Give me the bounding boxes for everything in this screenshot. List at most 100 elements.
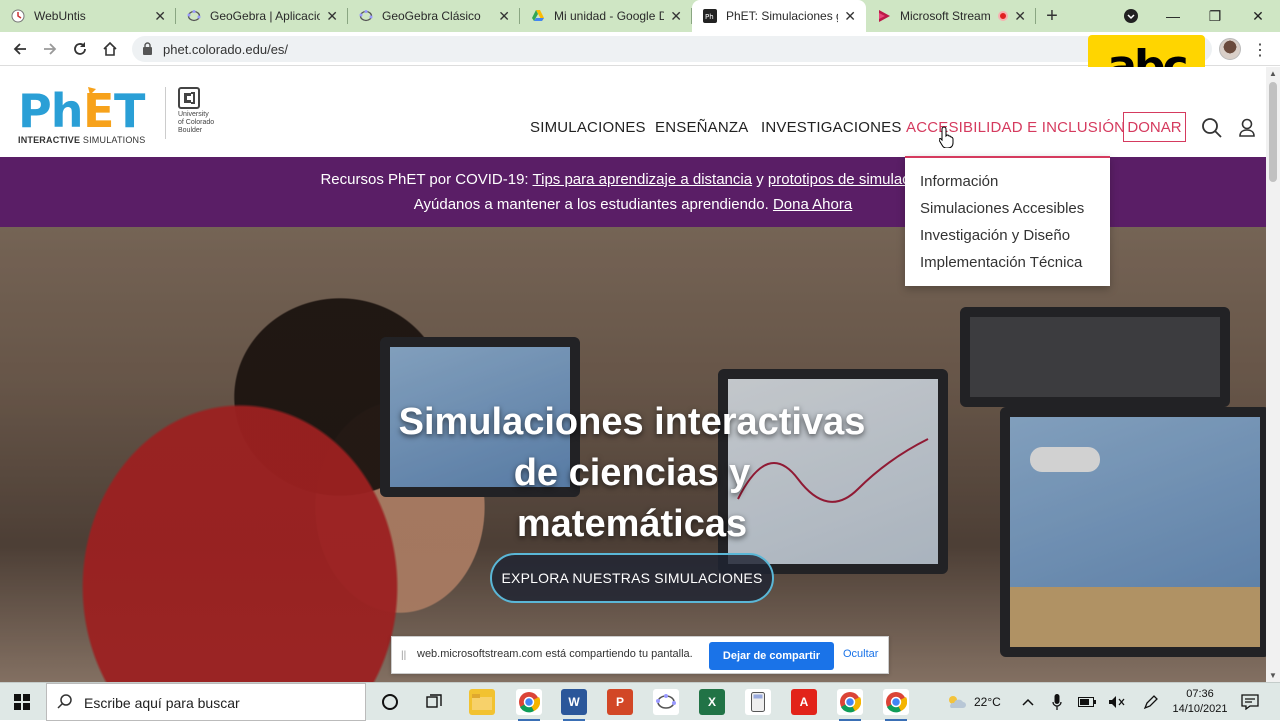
search-placeholder: Escribe aquí para buscar bbox=[84, 695, 240, 711]
svg-text:E: E bbox=[83, 87, 113, 131]
phet-logo-subtitle: INTERACTIVE SIMULATIONS bbox=[18, 135, 146, 145]
drag-handle-icon[interactable]: || bbox=[401, 650, 406, 661]
excel-icon[interactable]: X bbox=[699, 689, 725, 715]
site-header: Ph E T INTERACTIVE SIMULATIONS Universit… bbox=[0, 67, 1266, 157]
tab-microsoft-stream[interactable]: Microsoft Stream ✕ bbox=[866, 0, 1036, 32]
scrollbar-thumb[interactable] bbox=[1269, 82, 1277, 182]
tab-google-drive[interactable]: Mi unidad - Google Drive ✕ bbox=[520, 0, 692, 32]
menu-item-investigacion-diseno[interactable]: Investigación y Diseño bbox=[920, 227, 1070, 244]
cu-mark-icon bbox=[178, 87, 200, 109]
battery-icon[interactable] bbox=[1075, 690, 1099, 714]
powerpoint-icon[interactable]: P bbox=[607, 689, 633, 715]
google-drive-icon bbox=[530, 8, 546, 24]
phet-logo[interactable]: Ph E T INTERACTIVE SIMULATIONS bbox=[18, 84, 150, 145]
close-tab-icon[interactable]: ✕ bbox=[844, 8, 856, 25]
chrome-icon[interactable] bbox=[516, 689, 542, 721]
acrobat-icon[interactable]: A bbox=[791, 689, 817, 715]
phet-icon: Ph bbox=[702, 8, 718, 24]
geogebra-icon bbox=[186, 8, 202, 24]
nav-simulaciones[interactable]: SIMULACIONES bbox=[530, 119, 646, 136]
tab-title: PhET: Simulaciones gratuitas bbox=[726, 9, 838, 23]
hero-image: Simulaciones interactivas de ciencias y … bbox=[0, 227, 1266, 682]
tab-title: Microsoft Stream bbox=[900, 9, 991, 23]
url-text: phet.colorado.edu/es/ bbox=[163, 42, 289, 57]
tab-phet[interactable]: Ph PhET: Simulaciones gratuitas ✕ bbox=[692, 0, 866, 32]
chrome-profile-icon[interactable] bbox=[883, 689, 909, 721]
chrome-profile-icon[interactable] bbox=[837, 689, 863, 721]
search-icon bbox=[57, 693, 73, 714]
cortana-icon[interactable] bbox=[378, 690, 402, 714]
address-bar[interactable]: phet.colorado.edu/es/ bbox=[132, 36, 1212, 62]
close-tab-icon[interactable]: ✕ bbox=[326, 8, 338, 25]
stop-sharing-button[interactable]: Dejar de compartir bbox=[709, 642, 834, 670]
tab-title: GeoGebra | Aplicaciones bbox=[210, 9, 321, 23]
tab-webuntis[interactable]: WebUntis ✕ bbox=[0, 0, 176, 32]
tab-title: Mi unidad - Google Drive bbox=[554, 9, 665, 23]
svg-text:Ph: Ph bbox=[18, 87, 82, 131]
microphone-icon[interactable] bbox=[1045, 690, 1069, 714]
browser-tab-strip: WebUntis ✕ GeoGebra | Aplicaciones ✕ Geo… bbox=[0, 0, 1280, 32]
donar-button[interactable]: DONAR bbox=[1123, 112, 1186, 142]
close-tab-icon[interactable]: ✕ bbox=[498, 8, 510, 25]
tab-search-icon[interactable] bbox=[1116, 0, 1146, 32]
phet-logo-word: Ph E T bbox=[18, 84, 150, 138]
nav-investigaciones[interactable]: INVESTIGACIONES bbox=[761, 119, 902, 136]
profile-avatar[interactable] bbox=[1219, 38, 1241, 60]
reload-icon[interactable] bbox=[68, 37, 92, 61]
share-message: web.microsoftstream.com está compartiend… bbox=[417, 648, 693, 660]
menu-item-implementacion-tecnica[interactable]: Implementación Técnica bbox=[920, 254, 1082, 271]
window-close-icon[interactable]: ✕ bbox=[1243, 0, 1273, 32]
tab-geogebra-clasico[interactable]: GeoGebra Clásico ✕ bbox=[348, 0, 520, 32]
tab-title: WebUntis bbox=[34, 9, 86, 23]
close-tab-icon[interactable]: ✕ bbox=[1014, 8, 1026, 25]
word-icon[interactable]: W bbox=[561, 689, 587, 721]
hand-cursor-icon bbox=[938, 126, 955, 153]
file-explorer-icon[interactable] bbox=[469, 689, 495, 715]
restore-icon[interactable]: ❐ bbox=[1200, 0, 1230, 32]
back-arrow-icon[interactable] bbox=[8, 37, 32, 61]
user-icon[interactable] bbox=[1237, 117, 1257, 144]
home-icon[interactable] bbox=[98, 37, 122, 61]
scroll-up-arrow-icon[interactable]: ▲ bbox=[1269, 69, 1277, 78]
tips-link[interactable]: Tips para aprendizaje a distancia bbox=[533, 171, 753, 188]
tab-title: GeoGebra Clásico bbox=[382, 9, 481, 23]
explora-simulaciones-button[interactable]: EXPLORA NUESTRAS SIMULACIONES bbox=[490, 553, 774, 603]
weather-icon[interactable] bbox=[944, 690, 968, 714]
tab-geogebra-aplicaciones[interactable]: GeoGebra | Aplicaciones ✕ bbox=[176, 0, 348, 32]
geogebra-app-icon[interactable] bbox=[653, 689, 679, 715]
menu-item-simulaciones-accesibles[interactable]: Simulaciones Accesibles bbox=[920, 200, 1084, 217]
accesibilidad-dropdown-menu: Información Simulaciones Accesibles Inve… bbox=[905, 156, 1110, 286]
screen-share-bar: || web.microsoftstream.com está comparti… bbox=[391, 636, 889, 674]
search-icon[interactable] bbox=[1201, 117, 1223, 144]
svg-text:Ph: Ph bbox=[705, 13, 714, 21]
menu-item-informacion[interactable]: Información bbox=[920, 173, 998, 190]
new-tab-button[interactable]: + bbox=[1036, 0, 1068, 32]
close-tab-icon[interactable]: ✕ bbox=[154, 8, 166, 25]
calculator-icon[interactable] bbox=[745, 689, 771, 715]
hero-title: Simulaciones interactivas de ciencias y … bbox=[398, 401, 866, 545]
notifications-icon[interactable] bbox=[1238, 690, 1262, 714]
forward-arrow-icon[interactable] bbox=[38, 37, 62, 61]
temperature-text[interactable]: 22°C bbox=[974, 695, 1001, 709]
scroll-down-arrow-icon[interactable]: ▼ bbox=[1269, 671, 1277, 680]
close-tab-icon[interactable]: ✕ bbox=[670, 8, 682, 25]
chevron-up-icon[interactable] bbox=[1016, 690, 1040, 714]
lock-icon[interactable] bbox=[142, 42, 153, 60]
page-scrollbar[interactable]: ▲ ▼ bbox=[1266, 67, 1280, 682]
university-of-colorado-logo[interactable]: University of Colorado Boulder bbox=[178, 87, 214, 135]
windows-start-icon[interactable] bbox=[10, 690, 34, 714]
hide-button[interactable]: Ocultar bbox=[843, 648, 878, 660]
pen-icon[interactable] bbox=[1139, 690, 1163, 714]
taskbar-search-input[interactable]: Escribe aquí para buscar bbox=[46, 683, 366, 721]
windows-taskbar: Escribe aquí para buscar W P X A 22°C 07… bbox=[0, 682, 1280, 721]
clock-icon bbox=[10, 8, 26, 24]
minimize-icon[interactable]: — bbox=[1158, 0, 1188, 32]
geogebra-icon bbox=[358, 8, 374, 24]
volume-muted-icon[interactable] bbox=[1105, 690, 1129, 714]
task-view-icon[interactable] bbox=[422, 690, 446, 714]
system-clock[interactable]: 07:36 14/10/2021 bbox=[1170, 687, 1230, 717]
svg-text:T: T bbox=[114, 87, 146, 131]
browser-menu-icon[interactable]: ⋮ bbox=[1252, 40, 1268, 60]
dona-ahora-link[interactable]: Dona Ahora bbox=[773, 196, 852, 213]
nav-ensenanza[interactable]: ENSEÑANZA bbox=[655, 119, 749, 136]
